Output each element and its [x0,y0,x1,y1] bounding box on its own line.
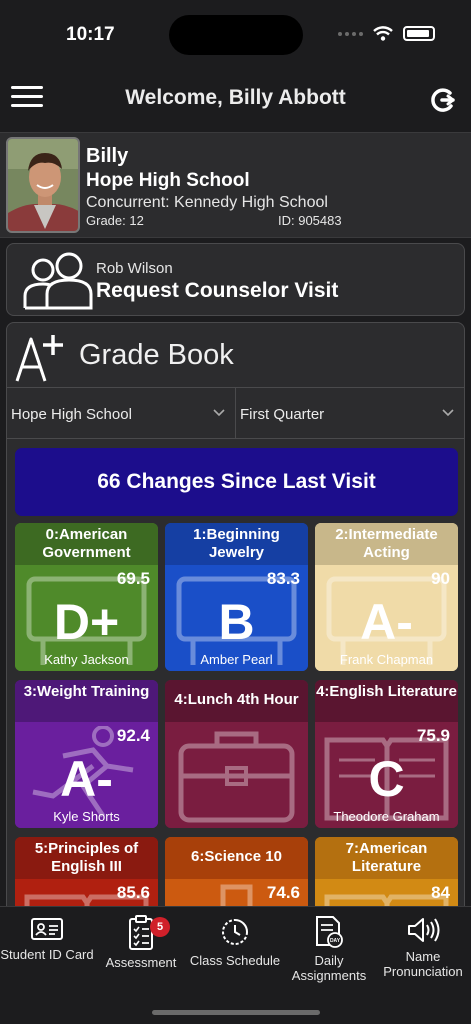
class-teacher: Theodore Graham [333,809,440,824]
class-grade: A- [360,594,413,650]
tab-label: Assessment [105,955,177,970]
people-icon [23,252,93,310]
tab-name-pronunciation[interactable]: Name Pronunciation [376,915,470,979]
tab-student-id-card[interactable]: Student ID Card [0,915,94,962]
student-id: ID: 905483 [278,213,342,228]
refresh-icon[interactable] [427,85,457,115]
chevron-down-icon [213,409,225,417]
speaker-icon [408,918,440,942]
class-percent: 83.3 [266,569,300,588]
class-tile[interactable]: 6:Science 10 74.6 [165,837,308,911]
tab-label: Student ID Card [0,947,94,962]
tab-bar: Student ID Card Assessment 5 Class Sched… [0,906,471,1024]
class-title: 1:Beginning Jewelry [165,523,308,565]
dynamic-island [169,15,303,55]
class-title: 6:Science 10 [165,837,308,879]
changes-banner[interactable]: 66 Changes Since Last Visit [15,448,458,516]
student-school: Hope High School [86,170,250,191]
class-tile[interactable]: 3:Weight Training 92.4 A- Kyle Shorts [15,680,158,828]
class-title: 4:Lunch 4th Hour [165,680,308,722]
class-percent: 90 [431,569,450,588]
tab-daily-assignments[interactable]: DAY Daily Assignments [282,915,376,983]
nav-bar: Welcome, Billy Abbott [0,70,471,130]
counselor-action-label: Request Counselor Visit [96,279,339,302]
class-percent: 69.5 [116,569,150,588]
class-grade: C [368,751,405,807]
class-grade: A- [60,751,113,807]
class-tile[interactable]: 7:American Literature 84 [315,837,458,911]
student-profile: Billy Hope High School Concurrent: Kenne… [0,132,471,238]
home-indicator [152,1010,320,1015]
tab-assessment[interactable]: Assessment 5 [94,915,188,970]
class-teacher: Kyle Shorts [53,809,120,824]
status-time: 10:17 [66,24,115,45]
id-card-icon [31,918,63,940]
gradebook-panel: Grade Book Hope High School First Quarte… [6,322,465,912]
concurrent-school: Concurrent: Kennedy High School [86,194,328,211]
class-title: 4:English Literature [315,680,458,722]
class-percent: 84 [431,883,450,902]
class-percent: 85.6 [116,883,150,902]
class-title: 5:Principles of English III [15,837,158,879]
tab-label: Daily Assignments [291,953,367,983]
avatar [6,137,80,233]
svg-text:DAY: DAY [330,938,341,944]
class-tile[interactable]: 2:Intermediate Acting 90 A- Frank Chapma… [315,523,458,671]
class-teacher: Frank Chapman [339,652,434,667]
student-grade: Grade: 12 [86,213,144,228]
clock-icon [222,919,248,945]
class-percent: 74.6 [266,883,300,902]
tab-class-schedule[interactable]: Class Schedule [188,915,282,968]
chevron-down-icon [442,409,454,417]
class-tile[interactable]: 5:Principles of English III 85.6 [15,837,158,911]
class-tile[interactable]: 4:Lunch 4th Hour [165,680,308,828]
counselor-name: Rob Wilson [96,260,173,277]
class-teacher: Kathy Jackson [44,652,129,667]
school-select[interactable]: Hope High School [7,388,235,438]
request-counselor-button[interactable]: Rob Wilson Request Counselor Visit [6,243,465,316]
gradebook-title: Grade Book [79,339,234,371]
class-grade: D+ [53,594,120,650]
class-teacher: Amber Pearl [200,652,273,667]
term-select[interactable]: First Quarter [235,388,464,438]
student-name: Billy [86,145,129,167]
status-bar: 10:17 [0,0,471,70]
class-percent: 75.9 [416,726,450,745]
school-select-value: Hope High School [11,406,132,423]
battery-icon [403,26,435,41]
class-grade: B [218,594,255,650]
briefcase-icon [178,731,295,823]
class-title: 2:Intermediate Acting [315,523,458,565]
gradebook-filters: Hope High School First Quarter [7,387,464,439]
tab-label: Name Pronunciation [383,949,463,979]
status-icons [338,26,435,41]
class-title: 7:American Literature [315,837,458,879]
wifi-icon [373,26,393,41]
signal-icon [338,31,363,36]
class-tile[interactable]: 1:Beginning Jewelry 83.3 B Amber Pearl [165,523,308,671]
class-percent: 92.4 [116,726,150,745]
term-select-value: First Quarter [240,406,325,423]
class-title: 0:American Government [15,523,158,565]
calendar-day-icon: DAY [316,916,343,948]
a-plus-icon [15,335,63,382]
gradebook-header: Grade Book [7,323,464,387]
page-title: Welcome, Billy Abbott [125,86,346,109]
class-tile[interactable]: 4:English Literature 75.9 C Theodore Gra… [315,680,458,828]
tab-label: Class Schedule [189,953,281,968]
class-tile[interactable]: 0:American Government 69.5 D+ Kathy Jack… [15,523,158,671]
notification-badge: 5 [150,917,170,937]
class-title: 3:Weight Training [15,680,158,722]
